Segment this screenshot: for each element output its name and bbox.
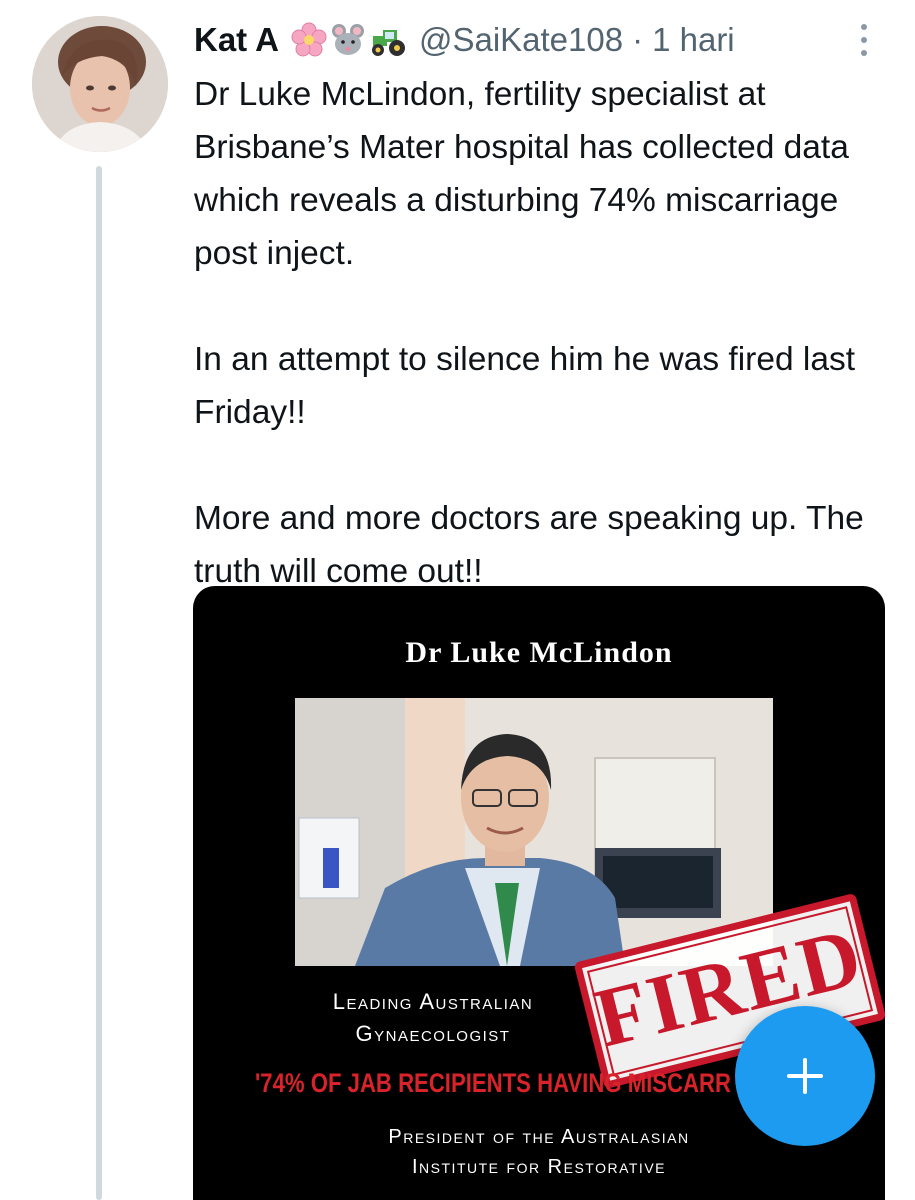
avatar-photo <box>32 16 168 152</box>
tweet-text: Dr Luke McLindon, fertility specialist a… <box>194 68 894 598</box>
tractor-icon <box>371 30 405 56</box>
image-caption-line: Gynaecologist <box>355 1021 511 1046</box>
timestamp[interactable]: 1 hari <box>652 21 735 59</box>
doctor-photo <box>295 698 773 966</box>
image-caption-line: Institute for Restorative <box>412 1156 666 1178</box>
thread-line <box>96 166 102 1200</box>
more-options-icon[interactable] <box>852 20 876 60</box>
name-emojis <box>291 22 409 58</box>
image-claim-text: '74% OF JAB RECIPIENTS HAVING MISCARR <box>255 1068 732 1098</box>
tweet-header: Kat A @SaiKate108 · 1 hari <box>194 18 735 62</box>
tweet-paragraph: More and more doctors are speaking up. T… <box>194 500 864 590</box>
plus-icon <box>787 1058 823 1094</box>
tweet-paragraph: In an attempt to silence him he was fire… <box>194 341 856 431</box>
tweet-paragraph: Dr Luke McLindon, fertility specialist a… <box>194 76 849 272</box>
separator-dot: · <box>632 21 644 58</box>
image-title: Dr Luke McLindon <box>405 636 673 669</box>
compose-fab-button[interactable] <box>735 1006 875 1146</box>
display-name[interactable]: Kat A <box>194 21 279 59</box>
cherry-blossom-icon <box>291 22 327 57</box>
image-caption-line: Leading Australian <box>332 989 534 1014</box>
mouse-icon <box>331 24 364 55</box>
avatar[interactable] <box>32 16 168 152</box>
user-handle[interactable]: @SaiKate108 <box>419 21 623 59</box>
